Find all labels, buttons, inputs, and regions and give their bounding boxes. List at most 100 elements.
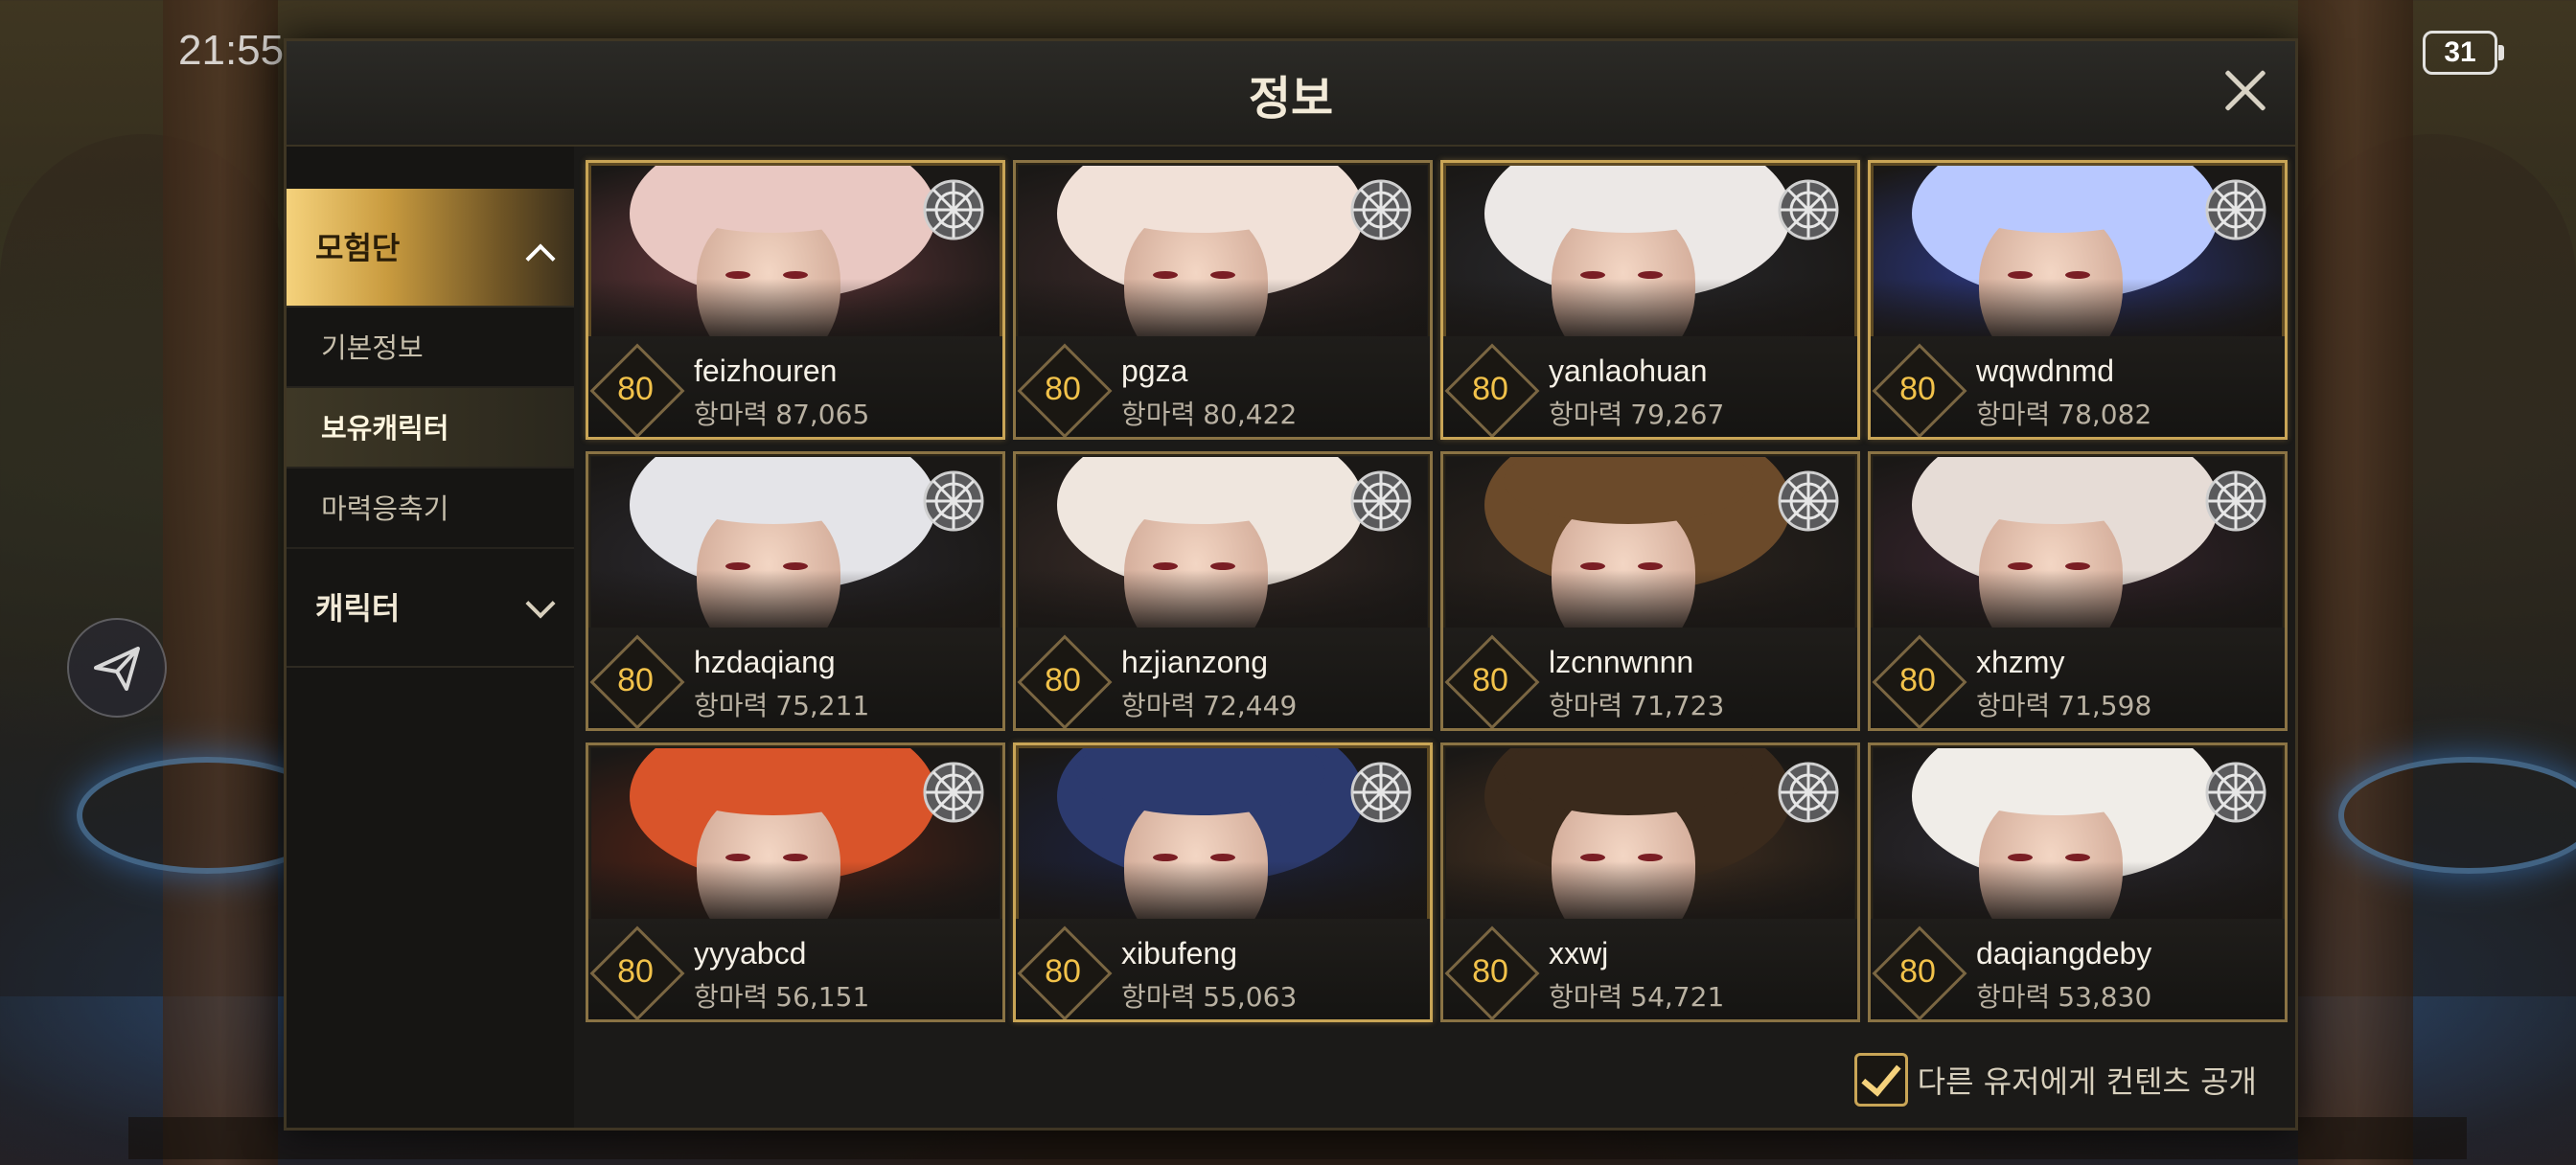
character-power: 항마력 53,830 <box>1976 976 2151 1015</box>
class-emblem-icon <box>923 470 984 532</box>
character-level: 80 <box>1472 953 1508 990</box>
close-button[interactable] <box>2215 60 2276 122</box>
class-emblem-icon <box>2205 470 2266 532</box>
character-power: 항마력 55,063 <box>1121 976 1297 1015</box>
public-content-toggle[interactable]: 다른 유저에게 컨텐츠 공개 <box>1853 1051 2257 1108</box>
sidebar-group-label: 캐릭터 <box>315 590 401 627</box>
character-level: 80 <box>617 662 654 698</box>
character-level: 80 <box>1045 662 1081 698</box>
character-info: 80 daqiangdeby 항마력 53,830 <box>1871 919 2285 1019</box>
character-power: 항마력 78,082 <box>1976 394 2151 432</box>
battery-icon: 31 <box>2423 31 2504 75</box>
sidebar-group-adventure-team[interactable]: 모험단 <box>287 189 574 308</box>
share-button[interactable] <box>67 618 167 718</box>
power-label: 항마력 <box>694 690 769 721</box>
character-name: pgza <box>1121 354 1188 388</box>
character-name: xibufeng <box>1121 936 1237 971</box>
power-value: 75,211 <box>775 690 870 721</box>
class-emblem-icon <box>2205 762 2266 823</box>
info-modal: 정보 모험단 기본정보 보유캐릭터 마력응축기 캐릭터 80 feizhouren… <box>284 38 2298 1131</box>
character-card[interactable]: 80 daqiangdeby 항마력 53,830 <box>1868 742 2288 1022</box>
character-name: feizhouren <box>694 354 838 388</box>
class-emblem-icon <box>2205 179 2266 240</box>
sidebar-group-character[interactable]: 캐릭터 <box>287 549 574 668</box>
character-name: wqwdnmd <box>1976 354 2115 388</box>
character-power: 항마력 72,449 <box>1121 685 1297 723</box>
character-info: 80 lzcnnwnnn 항마력 71,723 <box>1443 628 1857 728</box>
power-value: 72,449 <box>1203 690 1298 721</box>
send-icon <box>94 647 140 691</box>
character-level: 80 <box>1899 371 1936 407</box>
character-power: 항마력 54,721 <box>1549 976 1724 1015</box>
character-level: 80 <box>1045 953 1081 990</box>
character-info: 80 hzjianzong 항마력 72,449 <box>1016 628 1430 728</box>
character-power: 항마력 79,267 <box>1549 394 1724 432</box>
character-level: 80 <box>1899 662 1936 698</box>
modal-title: 정보 <box>1248 72 1334 126</box>
power-label: 항마력 <box>1121 399 1196 430</box>
chevron-down-icon <box>525 588 556 619</box>
character-card[interactable]: 80 pgza 항마력 80,422 <box>1013 160 1433 440</box>
character-level: 80 <box>617 953 654 990</box>
character-power: 항마력 56,151 <box>694 976 869 1015</box>
character-info: 80 yyyabcd 항마력 56,151 <box>588 919 1002 1019</box>
class-emblem-icon <box>923 179 984 240</box>
power-label: 항마력 <box>694 981 769 1013</box>
character-card[interactable]: 80 xhzmy 항마력 71,598 <box>1868 451 2288 731</box>
power-label: 항마력 <box>1549 399 1623 430</box>
checkbox-checked-icon[interactable] <box>1853 1053 1908 1107</box>
class-emblem-icon <box>1778 762 1839 823</box>
character-power: 항마력 71,598 <box>1976 685 2151 723</box>
power-label: 항마력 <box>1549 690 1623 721</box>
character-level: 80 <box>1472 371 1508 407</box>
sidebar-group-label: 모험단 <box>315 230 401 266</box>
character-card[interactable]: 80 xibufeng 항마력 55,063 <box>1013 742 1433 1022</box>
sidebar-item-basic-info[interactable]: 기본정보 <box>287 308 574 388</box>
power-label: 항마력 <box>1121 690 1196 721</box>
character-info: 80 pgza 항마력 80,422 <box>1016 336 1430 437</box>
character-info: 80 hzdaqiang 항마력 75,211 <box>588 628 1002 728</box>
character-card[interactable]: 80 wqwdnmd 항마력 78,082 <box>1868 160 2288 440</box>
character-name: daqiangdeby <box>1976 936 2152 971</box>
power-value: 79,267 <box>1630 399 1725 430</box>
status-time: 21:55 <box>178 27 285 74</box>
character-name: hzjianzong <box>1121 645 1268 679</box>
character-name: yanlaohuan <box>1549 354 1708 388</box>
character-level: 80 <box>1899 953 1936 990</box>
character-info: 80 xibufeng 항마력 55,063 <box>1016 919 1430 1019</box>
class-emblem-icon <box>923 762 984 823</box>
character-card[interactable]: 80 feizhouren 항마력 87,065 <box>586 160 1005 440</box>
power-value: 71,598 <box>2058 690 2152 721</box>
character-card[interactable]: 80 yanlaohuan 항마력 79,267 <box>1440 160 1860 440</box>
character-level: 80 <box>617 371 654 407</box>
character-power: 항마력 87,065 <box>694 394 869 432</box>
character-info: 80 xhzmy 항마력 71,598 <box>1871 628 2285 728</box>
power-value: 53,830 <box>2058 981 2152 1013</box>
class-emblem-icon <box>1350 762 1412 823</box>
sidebar-item-mana-condenser[interactable]: 마력응축기 <box>287 468 574 549</box>
class-emblem-icon <box>1778 470 1839 532</box>
chevron-up-icon <box>525 243 556 274</box>
power-label: 항마력 <box>1976 399 2051 430</box>
character-level: 80 <box>1472 662 1508 698</box>
character-name: hzdaqiang <box>694 645 836 679</box>
character-info: 80 wqwdnmd 항마력 78,082 <box>1871 336 2285 437</box>
character-card[interactable]: 80 lzcnnwnnn 항마력 71,723 <box>1440 451 1860 731</box>
character-power: 항마력 80,422 <box>1121 394 1297 432</box>
character-info: 80 yanlaohuan 항마력 79,267 <box>1443 336 1857 437</box>
character-power: 항마력 75,211 <box>694 685 869 723</box>
sidebar-item-owned-characters[interactable]: 보유캐릭터 <box>287 388 574 468</box>
power-label: 항마력 <box>1121 981 1196 1013</box>
public-content-label: 다른 유저에게 컨텐츠 공개 <box>1917 1063 2257 1100</box>
character-card[interactable]: 80 yyyabcd 항마력 56,151 <box>586 742 1005 1022</box>
character-card[interactable]: 80 xxwj 항마력 54,721 <box>1440 742 1860 1022</box>
class-emblem-icon <box>1778 179 1839 240</box>
power-label: 항마력 <box>1976 981 2051 1013</box>
character-card[interactable]: 80 hzdaqiang 항마력 75,211 <box>586 451 1005 731</box>
modal-header: 정보 <box>287 41 2295 147</box>
sidebar: 모험단 기본정보 보유캐릭터 마력응축기 캐릭터 <box>287 147 574 1128</box>
character-name: yyyabcd <box>694 936 807 971</box>
power-value: 80,422 <box>1203 399 1298 430</box>
power-value: 78,082 <box>2058 399 2152 430</box>
character-card[interactable]: 80 hzjianzong 항마력 72,449 <box>1013 451 1433 731</box>
